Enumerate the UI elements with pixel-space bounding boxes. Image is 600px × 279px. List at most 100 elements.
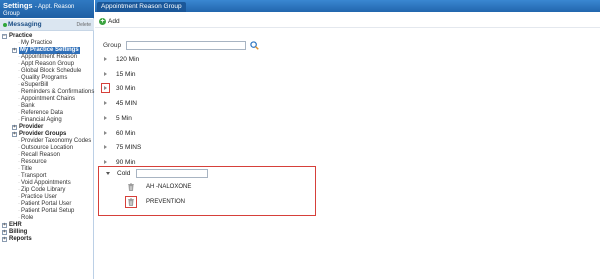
tab-bar: Appointment Reason Group: [95, 0, 600, 12]
triangle-right-icon[interactable]: [104, 57, 107, 61]
tree-item-label: Bank: [18, 103, 35, 110]
reason-item: AH -NALOXONE: [119, 182, 299, 192]
tree-item[interactable]: Patient Portal Setup: [0, 208, 94, 215]
tree-item[interactable]: + EHR: [0, 222, 94, 229]
tree-item-label: Patient Portal Setup: [18, 208, 74, 215]
messaging-label[interactable]: Messaging: [8, 21, 42, 28]
expanded-group-highlight: Cold AH -NALOXONE PREVENTION: [98, 166, 316, 216]
tree-item-label: Practice: [9, 33, 33, 39]
plus-circle-icon: +: [99, 17, 106, 25]
collapse-icon[interactable]: −: [2, 34, 7, 39]
sidebar-title-line2: Group: [3, 11, 20, 17]
tree-item[interactable]: + Reports: [0, 236, 94, 243]
tree-item[interactable]: Bank: [0, 103, 94, 110]
tree-item-label: My Practice: [18, 40, 52, 47]
tree-item-label: Reminders & Confirmations: [18, 89, 94, 96]
tree-item[interactable]: Global Block Schedule: [0, 68, 94, 75]
group-row[interactable]: 120 Min: [95, 55, 295, 64]
tree-item[interactable]: Recall Reason: [0, 152, 94, 159]
tree-item[interactable]: Quality Programs: [0, 75, 94, 82]
tree-item[interactable]: + My Practice Settings: [0, 47, 94, 54]
group-name: 15 Min: [116, 70, 136, 78]
expand-icon[interactable]: +: [2, 230, 7, 235]
tree-item[interactable]: Role: [0, 215, 94, 222]
trash-icon[interactable]: [127, 198, 135, 206]
group-row[interactable]: 60 Min: [95, 129, 295, 138]
tree-item[interactable]: eSuperBill: [0, 82, 94, 89]
tree-item[interactable]: Title: [0, 166, 94, 173]
tree-item-label: Provider Taxonomy Codes: [18, 138, 91, 145]
tree-item[interactable]: Patient Portal User: [0, 201, 94, 208]
expand-icon[interactable]: +: [12, 48, 17, 53]
tree-item-label: Reports: [9, 236, 32, 242]
settings-tree: −PracticeMy Practice+My Practice Setting…: [0, 33, 94, 243]
tree-item[interactable]: Outsource Location: [0, 145, 94, 152]
group-name: 5 Min: [116, 114, 132, 122]
tree-item-label: Quality Programs: [18, 75, 67, 82]
group-row[interactable]: 30 Min: [95, 83, 295, 94]
tree-item[interactable]: + Billing: [0, 229, 94, 236]
group-row[interactable]: 75 MINS: [95, 143, 295, 152]
tree-item[interactable]: Appointment Reason: [0, 54, 94, 61]
trash-icon[interactable]: [127, 183, 135, 191]
group-name: 75 MINS: [116, 144, 142, 152]
tree-item[interactable]: Appointment Chains: [0, 96, 94, 103]
group-search-input[interactable]: [126, 41, 246, 50]
expanded-group-input[interactable]: [136, 169, 208, 178]
tree-item[interactable]: Provider Taxonomy Codes: [0, 138, 94, 145]
main-pane: Appointment Reason Group + Add Group 120…: [95, 0, 600, 279]
sidebar-header: Settings - Appt. Reason Group: [0, 0, 94, 18]
tree-item[interactable]: My Practice: [0, 40, 94, 47]
group-name: 60 Min: [116, 129, 136, 137]
expanded-group-name: Cold: [117, 170, 131, 177]
group-name: 45 MIN: [116, 100, 137, 108]
sidebar-title: Settings: [3, 1, 33, 10]
tree-item[interactable]: + Provider Groups: [0, 131, 94, 138]
group-row[interactable]: 45 MIN: [95, 99, 295, 108]
triangle-right-icon[interactable]: [104, 145, 107, 150]
tree-item-label: Transport: [18, 173, 46, 180]
expand-caret-highlight: [101, 83, 110, 94]
expand-icon[interactable]: +: [2, 237, 7, 242]
tree-item[interactable]: Resource: [0, 159, 94, 166]
tree-item[interactable]: Reference Data: [0, 110, 94, 117]
expand-icon[interactable]: +: [12, 125, 17, 130]
tree-item[interactable]: Practice User: [0, 194, 94, 201]
triangle-right-icon[interactable]: [104, 101, 107, 106]
tree-item-label: Practice User: [18, 194, 57, 201]
triangle-down-icon[interactable]: [106, 172, 110, 175]
triangle-right-icon[interactable]: [104, 130, 107, 135]
triangle-right-icon[interactable]: [104, 71, 107, 76]
reason-name: PREVENTION: [146, 199, 186, 205]
tree-item[interactable]: Reminders & Confirmations: [0, 89, 94, 96]
tree-item-label: My Practice Settings: [19, 47, 80, 54]
tab-appointment-reason-group[interactable]: Appointment Reason Group: [97, 2, 186, 12]
add-button[interactable]: + Add: [99, 17, 120, 25]
expand-icon[interactable]: +: [12, 132, 17, 137]
reason-name: AH -NALOXONE: [146, 184, 192, 190]
tree-item[interactable]: − Practice: [0, 33, 94, 40]
tree-item-label: Appointment Reason: [18, 54, 77, 61]
tree-item[interactable]: Appt Reason Group: [0, 61, 94, 68]
expanded-group-row[interactable]: Cold: [103, 169, 303, 178]
tree-item[interactable]: Zip Code Library: [0, 187, 94, 194]
tree-item-label: Role: [18, 215, 33, 222]
settings-sidebar: Settings - Appt. Reason Group Messaging …: [0, 0, 94, 279]
delete-link[interactable]: Delete: [77, 22, 91, 28]
tree-item[interactable]: Transport: [0, 173, 94, 180]
tree-item[interactable]: Financial Aging: [0, 117, 94, 124]
tree-item[interactable]: Void Appointments: [0, 180, 94, 187]
group-row[interactable]: 5 Min: [95, 114, 295, 123]
expand-icon[interactable]: +: [2, 223, 7, 228]
tree-item-label: EHR: [9, 222, 22, 228]
group-row[interactable]: 15 Min: [95, 70, 295, 79]
group-label: Group: [103, 42, 122, 49]
tree-item-label: eSuperBill: [18, 82, 48, 89]
group-name: 120 Min: [116, 56, 140, 63]
tree-item[interactable]: + Provider: [0, 124, 94, 131]
triangle-right-icon[interactable]: [104, 115, 107, 120]
tree-item-label: Financial Aging: [18, 117, 62, 124]
magnifier-icon[interactable]: [250, 41, 259, 50]
messaging-bar[interactable]: Messaging Delete: [0, 19, 94, 31]
triangle-right-icon[interactable]: [104, 159, 107, 164]
